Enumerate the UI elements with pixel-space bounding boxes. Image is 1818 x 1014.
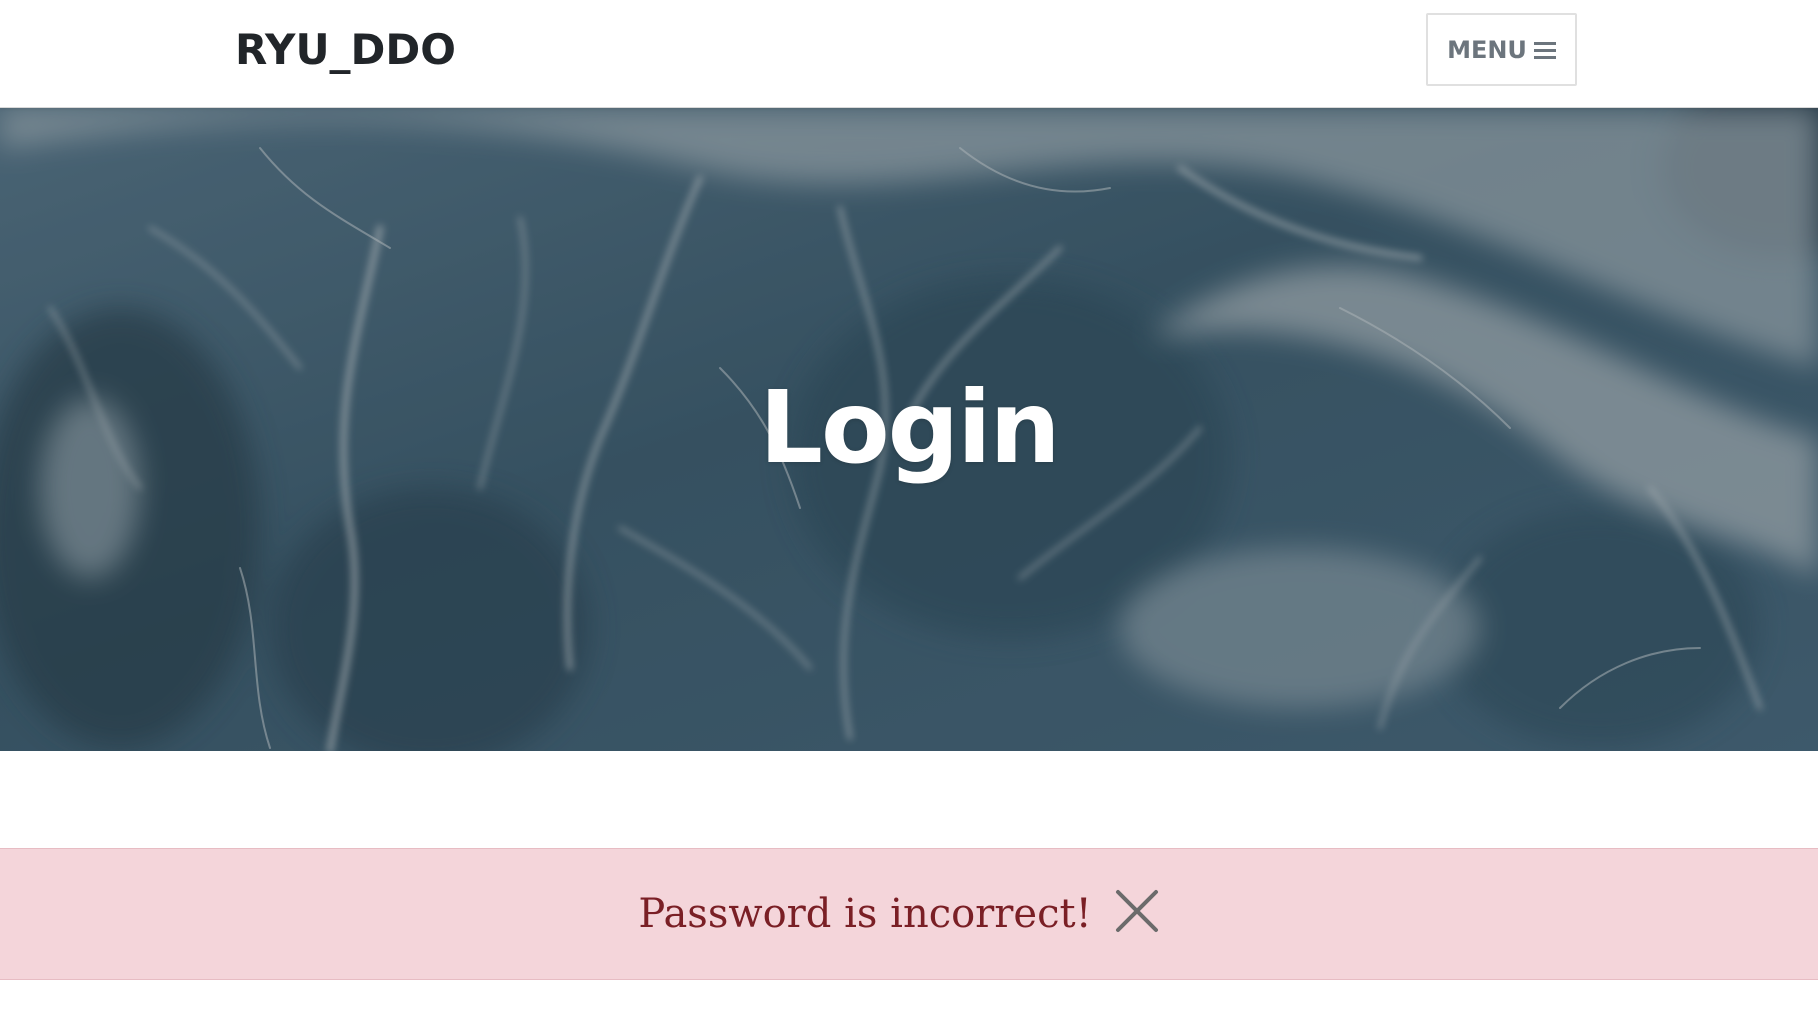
page-title: Login <box>759 369 1060 486</box>
menu-button[interactable]: MENU <box>1426 13 1577 86</box>
close-alert-button[interactable] <box>1114 888 1160 934</box>
site-brand[interactable]: RYU_DDO <box>235 24 456 76</box>
top-navbar: RYU_DDO MENU <box>0 0 1818 108</box>
close-icon <box>1115 890 1158 932</box>
menu-button-label: MENU <box>1447 35 1527 64</box>
error-alert: Password is incorrect! <box>0 848 1818 980</box>
alert-message: Password is incorrect! <box>638 891 1092 937</box>
hero-header: Login <box>0 108 1818 751</box>
hamburger-icon <box>1533 41 1556 59</box>
